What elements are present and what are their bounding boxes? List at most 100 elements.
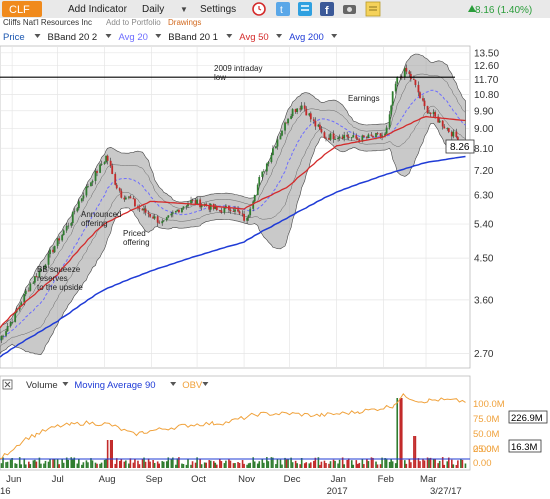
volume-bar: [212, 461, 215, 468]
alarm-clock-icon[interactable]: [252, 2, 266, 16]
x-tick-label: Jul: [52, 474, 64, 485]
volume-bar: [61, 459, 63, 468]
candle-body: [182, 206, 185, 209]
volume-bar: [205, 462, 207, 468]
candle-body: [362, 135, 365, 137]
drawings-link[interactable]: Drawings: [168, 18, 201, 27]
candle-body: [252, 201, 255, 209]
volume-bar: [405, 463, 408, 468]
candle-body: [275, 146, 277, 149]
volume-legend-item-0[interactable]: Volume: [26, 380, 58, 391]
twitter-icon[interactable]: t: [276, 2, 290, 16]
candle-body: [394, 83, 397, 92]
candle-body: [181, 208, 183, 213]
legend-dropdown-icon[interactable]: [155, 34, 162, 38]
volume-legend-item-1[interactable]: Moving Average 90: [74, 380, 155, 391]
legend-item-0[interactable]: Price: [3, 32, 25, 43]
legend-dropdown-icon[interactable]: [34, 34, 41, 38]
volume-bar: [76, 463, 79, 468]
interval-dropdown-icon[interactable]: ▼: [180, 5, 188, 14]
obv-tick-label: 0.00: [473, 458, 492, 469]
candle-body: [62, 230, 65, 236]
camera-icon[interactable]: [343, 5, 356, 14]
candle-body: [265, 163, 268, 172]
volume-bar: [228, 459, 230, 468]
candle-body: [270, 155, 273, 163]
volume-bar: [49, 458, 51, 468]
legend-item-4[interactable]: Avg 50: [239, 32, 268, 43]
legend-dropdown-icon[interactable]: [276, 34, 283, 38]
volume-bar: [161, 461, 164, 468]
ma-last-label: 16.3M: [511, 442, 537, 453]
candle-body: [87, 186, 89, 187]
last-price-label: 8.26: [450, 142, 470, 153]
interval-select[interactable]: Daily: [142, 4, 164, 15]
x-tick-label: Nov: [238, 474, 255, 485]
volume-bar: [234, 463, 236, 468]
price-change-text: 8.16 (1.40%): [475, 5, 532, 16]
volume-bar: [332, 459, 335, 468]
volume-bar: [125, 460, 127, 468]
volume-bar: [99, 463, 101, 468]
volume-bar: [209, 460, 212, 468]
legend-item-2[interactable]: Avg 20: [119, 32, 148, 43]
stocktwits-icon[interactable]: [298, 2, 312, 16]
candle-body: [144, 208, 147, 213]
legend-item-5[interactable]: Avg 200: [289, 32, 324, 43]
volume-bar: [347, 458, 350, 468]
volume-bar: [291, 462, 294, 468]
y-tick-label: 2.70: [474, 349, 494, 360]
volume-tick-label: 50.0M: [473, 429, 499, 440]
volume-bar: [428, 458, 430, 468]
legend-dropdown-icon[interactable]: [105, 34, 112, 38]
volume-bar: [385, 458, 388, 468]
volume-bar: [82, 462, 85, 468]
volume-bar: [310, 462, 312, 468]
candle-body: [162, 220, 165, 222]
volume-bar: [20, 464, 23, 468]
volume-bar: [237, 462, 239, 468]
volume-bar: [300, 458, 303, 468]
volume-bar: [129, 458, 132, 468]
volume-bar: [285, 459, 288, 468]
volume-bar: [350, 460, 353, 468]
volume-bar: [103, 459, 106, 468]
volume-bar: [158, 463, 160, 468]
company-name: Cliffs Nat'l Resources Inc: [3, 18, 92, 27]
candle-body: [33, 276, 36, 283]
candle-body: [261, 171, 264, 177]
add-indicator-button[interactable]: Add Indicator: [68, 4, 128, 15]
legend-dropdown-icon[interactable]: [331, 34, 338, 38]
legend-item-1[interactable]: BBand 20 2: [48, 32, 98, 43]
candle-body: [76, 208, 79, 212]
volume-bar: [232, 463, 235, 468]
facebook-icon[interactable]: f: [320, 2, 334, 17]
candle-body: [14, 312, 17, 322]
sticky-note-icon[interactable]: [365, 1, 381, 17]
candle-body: [196, 199, 198, 205]
x-tick-label: Jan: [331, 474, 346, 485]
candle-body: [61, 235, 64, 241]
candle-body: [229, 209, 232, 212]
candle-body: [124, 197, 127, 200]
volume-bar: [0, 463, 3, 468]
legend-item-3[interactable]: BBand 20 1: [168, 32, 218, 43]
volume-bar: [191, 461, 194, 468]
volume-legend-item-2[interactable]: OBV: [182, 380, 203, 391]
candle-body: [367, 134, 370, 138]
candle-body: [267, 162, 270, 164]
obv-tick-label: 0.00: [473, 444, 492, 455]
add-to-portfolio-link[interactable]: Add to Portfolio: [106, 18, 161, 27]
volume-bar: [334, 460, 336, 468]
volume-bar: [355, 460, 358, 468]
candle-body: [419, 92, 421, 99]
volume-bar: [62, 462, 65, 468]
stock-chart: CLF Add Indicator Daily ▼ Settings t f 8…: [0, 0, 550, 497]
settings-button[interactable]: Settings: [200, 4, 236, 15]
candle-body: [249, 208, 252, 216]
volume-bar: [190, 464, 192, 468]
candle-body: [161, 221, 164, 224]
legend-dropdown-icon[interactable]: [226, 34, 233, 38]
volume-bar: [15, 463, 18, 468]
volume-bar: [229, 460, 232, 468]
